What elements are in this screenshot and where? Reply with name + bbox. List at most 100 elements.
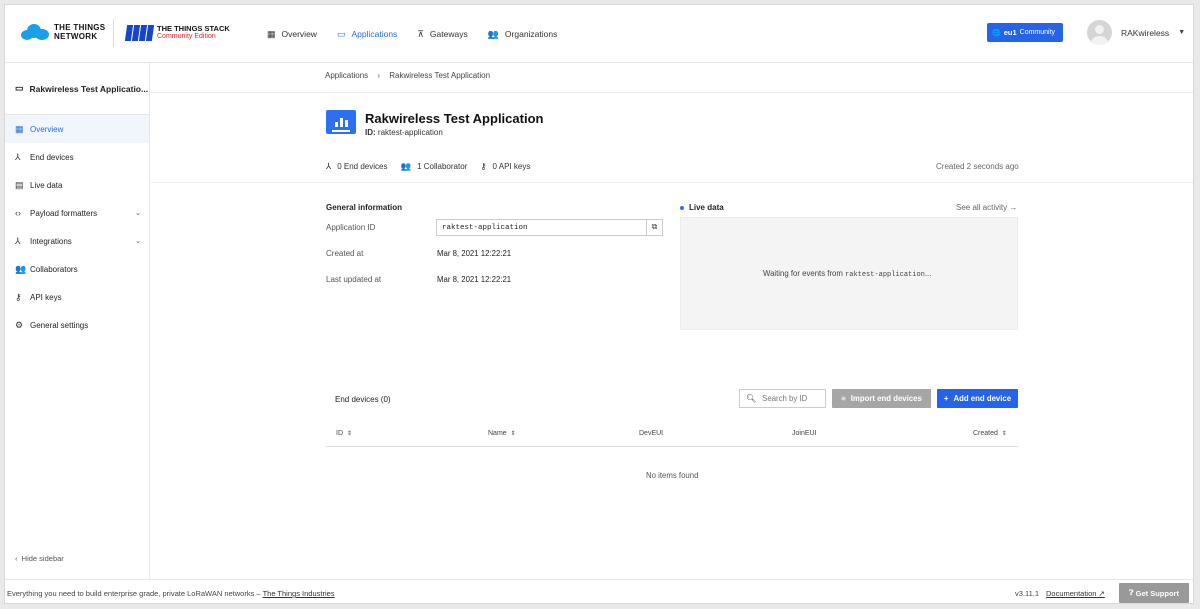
documentation-label: Documentation [1046, 589, 1097, 598]
get-support-button[interactable]: ❓︎ Get Support [1119, 583, 1189, 603]
sidebar-item-label: API keys [30, 292, 62, 302]
cluster-button[interactable]: 🌐 eu1 Community [987, 23, 1063, 42]
general-info-title: General information [326, 203, 403, 212]
import-end-devices-button[interactable]: ≡ Import end devices [832, 389, 931, 408]
sidebar-app-title: ▭ Rakwireless Test Applicatio... [5, 63, 149, 115]
stat-collaborators[interactable]: 👥 1 Collaborator [400, 161, 467, 172]
search-icon: 🔍︎ [746, 394, 757, 403]
created-at-label: Created at [326, 249, 364, 258]
ttn-logo[interactable]: THE THINGS NETWORK [21, 23, 105, 41]
sidebar: ▭ Rakwireless Test Applicatio... ▦ Overv… [5, 63, 150, 579]
applications-icon: ▭ [336, 28, 346, 39]
hide-sidebar-button[interactable]: ‹ Hide sidebar [15, 554, 64, 563]
nav-applications[interactable]: ▭ Applications [327, 5, 407, 63]
app-id-line: ID: raktest-application [365, 128, 443, 137]
sidebar-item-label: General settings [30, 320, 89, 330]
col-id[interactable]: ID ⇕ [336, 430, 352, 437]
end-devices-table-header: ID ⇕ Name ⇕ DevEUI JoinEUI Created ⇕ [326, 423, 1018, 447]
see-all-activity-link[interactable]: See all activity → [956, 203, 1017, 212]
globe-icon: 🌐 [992, 29, 1001, 37]
app-stats: ⅄ 0 End devices 👥 1 Collaborator ⚷ 0 API… [326, 161, 543, 172]
created-at-value: Mar 8, 2021 12:22:21 [437, 249, 512, 258]
app-window: THE THINGS NETWORK THE THINGS STACK Comm… [4, 4, 1194, 604]
col-id-label: ID [336, 430, 343, 437]
app-id-field[interactable]: raktest-application ⧉ [436, 219, 663, 236]
sidebar-item-label: Integrations [30, 236, 72, 246]
sort-icon: ⇕ [1001, 431, 1007, 437]
application-icon [326, 110, 356, 134]
devices-icon: ⅄ [326, 161, 332, 171]
nav-organizations-label: Organizations [504, 29, 558, 39]
top-header: THE THINGS NETWORK THE THINGS STACK Comm… [5, 5, 1193, 63]
live-data-waiting: Waiting for events from raktest-applicat… [763, 269, 931, 279]
breadcrumb: Applications › Rakwireless Test Applicat… [325, 71, 490, 80]
col-created[interactable]: Created ⇕ [973, 430, 1007, 437]
cluster-label: Community [1019, 29, 1056, 36]
chevron-down-icon: ⌄ [135, 238, 141, 245]
nav-overview-label: Overview [281, 29, 317, 39]
col-name-label: Name [488, 430, 507, 437]
ttn-logo-line2: NETWORK [54, 32, 98, 41]
gear-icon: ⚙ [15, 319, 24, 330]
search-input[interactable]: 🔍︎ Search by ID [739, 389, 826, 408]
key-icon: ⚷ [480, 161, 487, 171]
stat-end-devices[interactable]: ⅄ 0 End devices [326, 161, 387, 172]
sidebar-item-label: Payload formatters [30, 208, 98, 218]
stat-end-devices-label: 0 End devices [337, 162, 388, 171]
sidebar-item-api-keys[interactable]: ⚷ API keys [5, 283, 149, 311]
end-devices-title: End devices (0) [335, 395, 391, 404]
chevron-down-icon: ⌄ [135, 210, 141, 217]
breadcrumb-current[interactable]: Rakwireless Test Application [389, 71, 490, 80]
dashboard-icon: ▦ [15, 123, 24, 134]
footer-tagline-text: Everything you need to build enterprise … [7, 589, 263, 598]
chevron-right-icon: › [377, 71, 381, 80]
updated-at-value: Mar 8, 2021 12:22:21 [437, 275, 512, 284]
footer: Everything you need to build enterprise … [5, 579, 1193, 603]
nav-gateways-label: Gateways [429, 29, 468, 39]
caret-down-icon: ▼ [1178, 29, 1186, 36]
nav-overview[interactable]: ▦ Overview [257, 5, 327, 63]
sidebar-item-label: Live data [30, 180, 63, 190]
live-data-title-text: Live data [689, 203, 724, 212]
plus-icon: + [943, 394, 949, 403]
col-deveui-label: DevEUI [639, 430, 664, 437]
sidebar-item-overview[interactable]: ▦ Overview [5, 115, 149, 143]
page-title: Rakwireless Test Application [365, 111, 544, 126]
sidebar-item-integrations[interactable]: ⅄ Integrations ⌄ [5, 227, 149, 255]
gateway-icon: ⊼ [417, 28, 424, 39]
app-id-field-value: raktest-application [442, 223, 528, 232]
devices-icon: ⅄ [15, 151, 21, 162]
tts-logo-line1: THE THINGS STACK [157, 24, 230, 33]
tts-mark-icon [124, 25, 155, 41]
user-name: RAKwireless [1121, 27, 1170, 38]
col-name[interactable]: Name ⇕ [488, 430, 516, 437]
sidebar-title-text: Rakwireless Test Applicatio... [29, 83, 149, 94]
stat-api-keys[interactable]: ⚷ 0 API keys [480, 161, 530, 172]
stat-api-keys-label: 0 API keys [492, 162, 531, 171]
sidebar-item-collaborators[interactable]: 👥 Collaborators [5, 255, 149, 283]
search-placeholder: Search by ID [762, 394, 808, 403]
footer-company-link[interactable]: The Things Industries [263, 589, 335, 598]
app-id-label: ID: [365, 128, 376, 137]
copy-icon[interactable]: ⧉ [646, 220, 662, 235]
waiting-id: raktest-application [845, 271, 925, 279]
nav-organizations[interactable]: 👥 Organizations [478, 5, 568, 63]
breadcrumb-applications[interactable]: Applications [325, 71, 368, 80]
nav-gateways[interactable]: ⊼ Gateways [407, 5, 477, 63]
col-joineui-label: JoinEUI [792, 430, 817, 437]
sidebar-item-payload-formatters[interactable]: ‹› Payload formatters ⌄ [5, 199, 149, 227]
code-icon: ‹› [15, 208, 21, 218]
tts-logo[interactable]: THE THINGS STACK Community Edition [124, 24, 230, 41]
created-ago: Created 2 seconds ago [936, 162, 1019, 171]
key-icon: ⚷ [15, 291, 22, 302]
sidebar-item-general-settings[interactable]: ⚙ General settings [5, 311, 149, 339]
user-menu[interactable]: RAKwireless ▼ [1087, 20, 1185, 45]
sidebar-item-end-devices[interactable]: ⅄ End devices [5, 143, 149, 171]
sidebar-item-label: Collaborators [30, 264, 78, 274]
sort-icon: ⇕ [347, 431, 353, 437]
add-label: Add end device [953, 394, 1012, 403]
live-data-icon: ▤ [15, 179, 24, 190]
add-end-device-button[interactable]: + Add end device [937, 389, 1018, 408]
documentation-link[interactable]: Documentation ↗ [1046, 589, 1105, 598]
sidebar-item-live-data[interactable]: ▤ Live data [5, 171, 149, 199]
